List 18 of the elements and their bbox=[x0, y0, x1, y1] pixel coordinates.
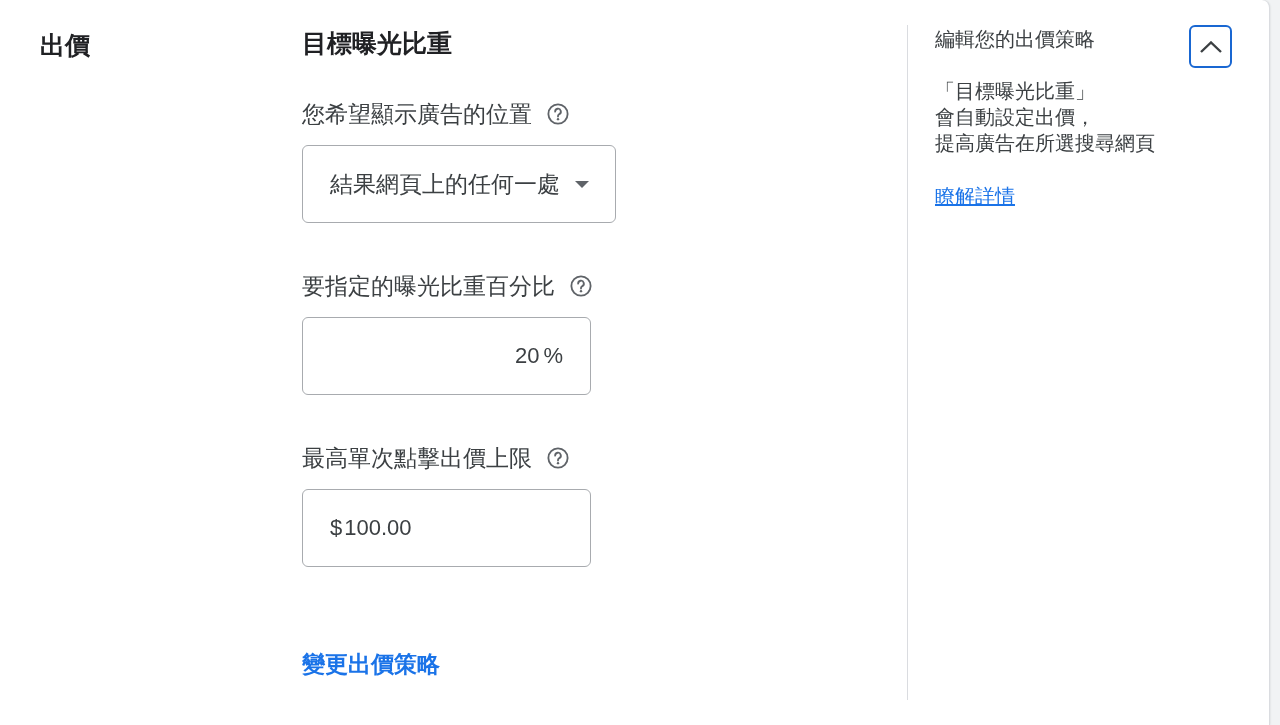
learn-more-link[interactable]: 瞭解詳情 bbox=[935, 183, 1015, 209]
amount-input-field[interactable]: $100.00 bbox=[302, 489, 591, 567]
field-label: 要指定的曝光比重百分比 bbox=[302, 272, 555, 301]
field-label: 您希望顯示廣告的位置 bbox=[302, 100, 532, 129]
caret-icon bbox=[575, 180, 589, 188]
collapse-button[interactable] bbox=[1189, 25, 1232, 68]
strategy-description: 「目標曝光比重」 會自動設定出價， 提高廣告在所選搜尋網頁 bbox=[935, 79, 1156, 156]
chevron-up-icon bbox=[1199, 40, 1222, 53]
change-strategy-link[interactable]: 變更出價策略 bbox=[302, 649, 440, 679]
percent-input-field[interactable]: 20 % bbox=[302, 317, 591, 395]
help-icon[interactable] bbox=[547, 103, 569, 125]
help-icon[interactable] bbox=[570, 275, 592, 297]
strategy-title: 目標曝光比重 bbox=[302, 28, 452, 58]
field-label: 最高單次點擊出價上限 bbox=[302, 444, 532, 473]
placement-dropdown[interactable]: 結果網頁上的任何一處 bbox=[302, 145, 616, 223]
panel-title: 編輯您的出價策略 bbox=[935, 27, 1095, 51]
section-title: 出價 bbox=[40, 30, 91, 60]
help-icon[interactable] bbox=[547, 447, 569, 469]
